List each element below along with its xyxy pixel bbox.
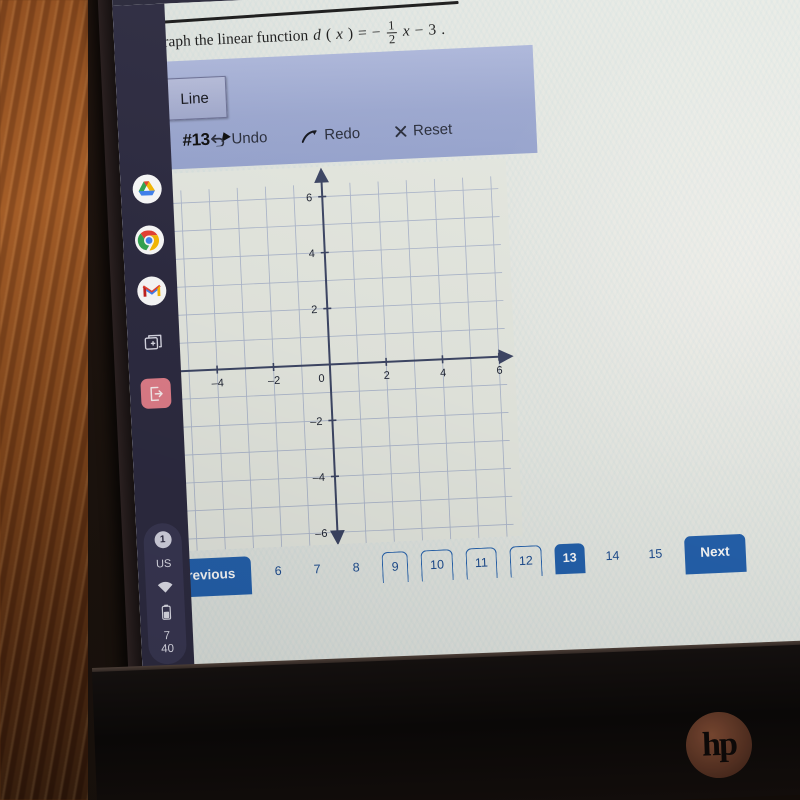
exit-session-icon[interactable] — [140, 377, 172, 410]
prompt-text: Graph the linear function — [151, 27, 309, 52]
photo-scene: adams12.org bookmarks Dashboard | Rapidl… — [0, 0, 800, 800]
next-label: Next — [699, 543, 730, 560]
notification-badge[interactable]: 1 — [153, 530, 172, 549]
page-button-9[interactable]: 9 — [381, 551, 409, 584]
page-button-12[interactable]: 12 — [509, 545, 543, 578]
equals-sign: = — [357, 24, 368, 43]
keyboard-layout-label[interactable]: US — [156, 557, 172, 570]
battery-icon[interactable] — [160, 603, 172, 620]
reset-label: Reset — [412, 120, 453, 140]
function-variable: x — [335, 25, 344, 44]
tool-actions: Undo Redo Reset — [210, 121, 453, 149]
y-tick-label: 4 — [308, 248, 315, 260]
system-clock[interactable]: 7 40 — [160, 629, 174, 656]
chrome-icon[interactable] — [133, 224, 165, 256]
undo-button[interactable]: Undo — [210, 129, 268, 149]
line-tool-label: Line — [180, 89, 210, 108]
leading-minus: − — [371, 24, 381, 42]
screen-capture-icon[interactable] — [138, 327, 168, 357]
y-tick-label: –4 — [312, 472, 325, 485]
fraction-denominator: 2 — [388, 31, 396, 47]
function-name: d — [312, 26, 322, 45]
undo-arrow-icon — [211, 134, 225, 147]
constant-term: 3 — [428, 21, 437, 39]
google-drive-icon[interactable] — [131, 173, 162, 205]
reset-button[interactable]: Reset — [394, 121, 453, 141]
y-tick-label: 6 — [306, 192, 313, 204]
y-tick-label: –2 — [310, 416, 323, 429]
x-tick-label: 2 — [383, 370, 390, 382]
system-status-tray[interactable]: 1 US 7 40 — [142, 521, 188, 665]
paren-close: ) — [347, 25, 354, 43]
y-tick-label: –6 — [315, 528, 328, 541]
clock-minute: 40 — [160, 642, 175, 656]
webpage-content: Graph the linear function d ( x ) = − 1 … — [112, 0, 800, 680]
close-x-icon — [394, 125, 407, 138]
undo-label: Undo — [231, 129, 268, 148]
page-button-15[interactable]: 15 — [640, 539, 671, 570]
shelf-app-list — [131, 173, 172, 410]
slope-variable: x — [402, 22, 411, 41]
page-button-6[interactable]: 6 — [265, 556, 292, 587]
graph-svg[interactable]: –6–4–20246642–2–4–6 — [146, 158, 523, 553]
page-button-13[interactable]: 13 — [554, 543, 586, 575]
redo-label: Redo — [323, 124, 361, 144]
x-tick-label: 0 — [318, 373, 325, 385]
next-button[interactable]: Next — [683, 533, 747, 575]
redo-button[interactable]: Redo — [301, 124, 361, 145]
y-tick-label: 2 — [311, 304, 318, 316]
wifi-icon[interactable] — [156, 579, 174, 594]
x-tick-label: –2 — [268, 375, 281, 388]
fraction-one-half: 1 2 — [385, 18, 397, 47]
page-number-list: 6 7 8 9 10 11 12 13 14 15 — [251, 539, 685, 590]
clock-hour: 7 — [163, 629, 171, 642]
line-tool-button[interactable]: Line — [161, 75, 228, 121]
gmail-icon[interactable] — [136, 275, 167, 307]
minus-sign: − — [414, 22, 424, 40]
page-button-8[interactable]: 8 — [342, 553, 369, 584]
graphing-tool-card: Line #13 Undo Redo Reset — [150, 44, 538, 171]
x-tick-label: –4 — [211, 377, 224, 390]
page-button-11[interactable]: 11 — [465, 547, 498, 580]
page-button-7[interactable]: 7 — [304, 555, 331, 586]
redo-arrow-icon — [301, 129, 317, 143]
page-button-14[interactable]: 14 — [597, 541, 628, 572]
coordinate-graph[interactable]: –6–4–20246642–2–4–6 — [146, 158, 523, 553]
page-button-10[interactable]: 10 — [420, 549, 454, 582]
x-tick-label: 4 — [440, 367, 447, 379]
paren-open: ( — [325, 26, 332, 44]
question-number-marker: #13 — [182, 129, 211, 150]
laptop-screen: adams12.org bookmarks Dashboard | Rapidl… — [110, 0, 800, 680]
fraction-numerator: 1 — [385, 18, 397, 34]
x-tick-label: 6 — [496, 365, 503, 377]
period: . — [440, 21, 446, 39]
